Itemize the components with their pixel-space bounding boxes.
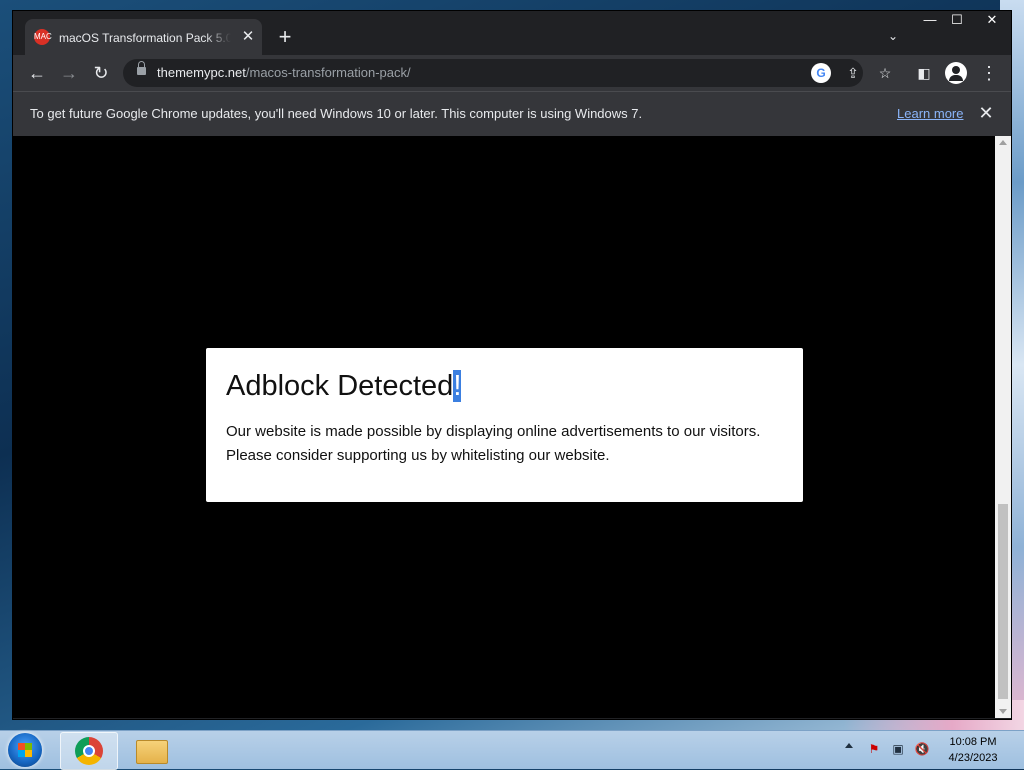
profile-avatar-icon[interactable] (945, 62, 967, 84)
tab-strip: MAC macOS Transformation Pack 5.0 | Them… (13, 11, 1011, 55)
adblock-modal: Adblock Detected! Our website is made po… (206, 348, 803, 502)
window-close-button[interactable]: ✕ (975, 11, 1009, 29)
folder-icon (136, 740, 168, 764)
url-host: thememypc.net (157, 65, 246, 80)
tab-close-icon[interactable]: ✕ (239, 28, 257, 46)
back-arrow-icon[interactable]: ← (25, 61, 49, 85)
infobar-close-icon[interactable]: ✕ (976, 103, 996, 123)
reload-icon[interactable]: ↻ (89, 61, 113, 85)
bookmark-star-icon[interactable]: ☆ (875, 63, 895, 83)
tab-search-chevron-icon[interactable]: ⌄ (883, 29, 903, 49)
scrollbar-thumb[interactable] (998, 504, 1008, 699)
page-viewport: Adblock Detected! Our website is made po… (13, 136, 995, 718)
taskbar: ⚑ ▣ 🔇 10:08 PM 4/23/2023 (0, 730, 1024, 770)
system-clock[interactable]: 10:08 PM 4/23/2023 (942, 734, 1004, 766)
browser-window: MAC macOS Transformation Pack 5.0 | Them… (12, 10, 1012, 720)
window-maximize-button[interactable]: ☐ (942, 11, 972, 29)
new-tab-button[interactable]: + (273, 25, 297, 49)
address-bar[interactable]: thememypc.net/macos-transformation-pack/… (123, 59, 863, 87)
menu-kebab-icon[interactable]: ⋮ (979, 63, 999, 83)
forward-arrow-icon[interactable]: → (57, 61, 81, 85)
clock-date: 4/23/2023 (948, 752, 998, 764)
tab-active[interactable]: MAC macOS Transformation Pack 5.0 | Them… (25, 19, 262, 55)
tab-title: macOS Transformation Pack 5.0 | ThemeMyP… (59, 31, 231, 45)
side-panel-icon[interactable]: ◧ (914, 63, 934, 83)
url-path: /macos-transformation-pack/ (245, 65, 411, 80)
chrome-logo-icon (75, 737, 103, 765)
site-favicon-icon: MAC (34, 29, 52, 45)
start-button[interactable] (8, 733, 42, 767)
clock-time: 10:08 PM (949, 736, 997, 748)
modal-title: Adblock Detected! (226, 368, 462, 404)
vertical-scrollbar[interactable] (995, 136, 1011, 718)
windows-logo-icon (18, 743, 32, 757)
volume-muted-icon[interactable]: 🔇 (914, 741, 930, 757)
action-center-flag-icon[interactable]: ⚑ (866, 741, 882, 757)
modal-title-text: Adblock Detected (226, 370, 454, 402)
url-text[interactable]: thememypc.net/macos-transformation-pack/ (157, 65, 411, 81)
learn-more-link[interactable]: Learn more (897, 106, 963, 122)
scroll-up-arrow-icon[interactable] (999, 140, 1007, 145)
browser-toolbar: ← → ↻ thememypc.net/macos-transformation… (13, 55, 1011, 91)
scroll-down-arrow-icon[interactable] (999, 709, 1007, 714)
modal-body: Our website is made possible by displayi… (226, 423, 761, 464)
share-icon[interactable]: ⇪ (843, 63, 863, 83)
google-lens-icon[interactable]: G (811, 63, 831, 83)
tray-overflow-icon[interactable] (845, 743, 853, 748)
taskbar-chrome-button[interactable] (60, 732, 118, 770)
taskbar-explorer-button[interactable] (124, 732, 180, 768)
network-icon[interactable]: ▣ (890, 741, 906, 757)
selected-text: ! (453, 370, 462, 402)
window-minimize-button[interactable]: — (915, 11, 945, 29)
update-infobar: To get future Google Chrome updates, you… (13, 91, 1011, 136)
infobar-message: To get future Google Chrome updates, you… (30, 106, 643, 121)
lock-icon[interactable] (137, 61, 146, 75)
